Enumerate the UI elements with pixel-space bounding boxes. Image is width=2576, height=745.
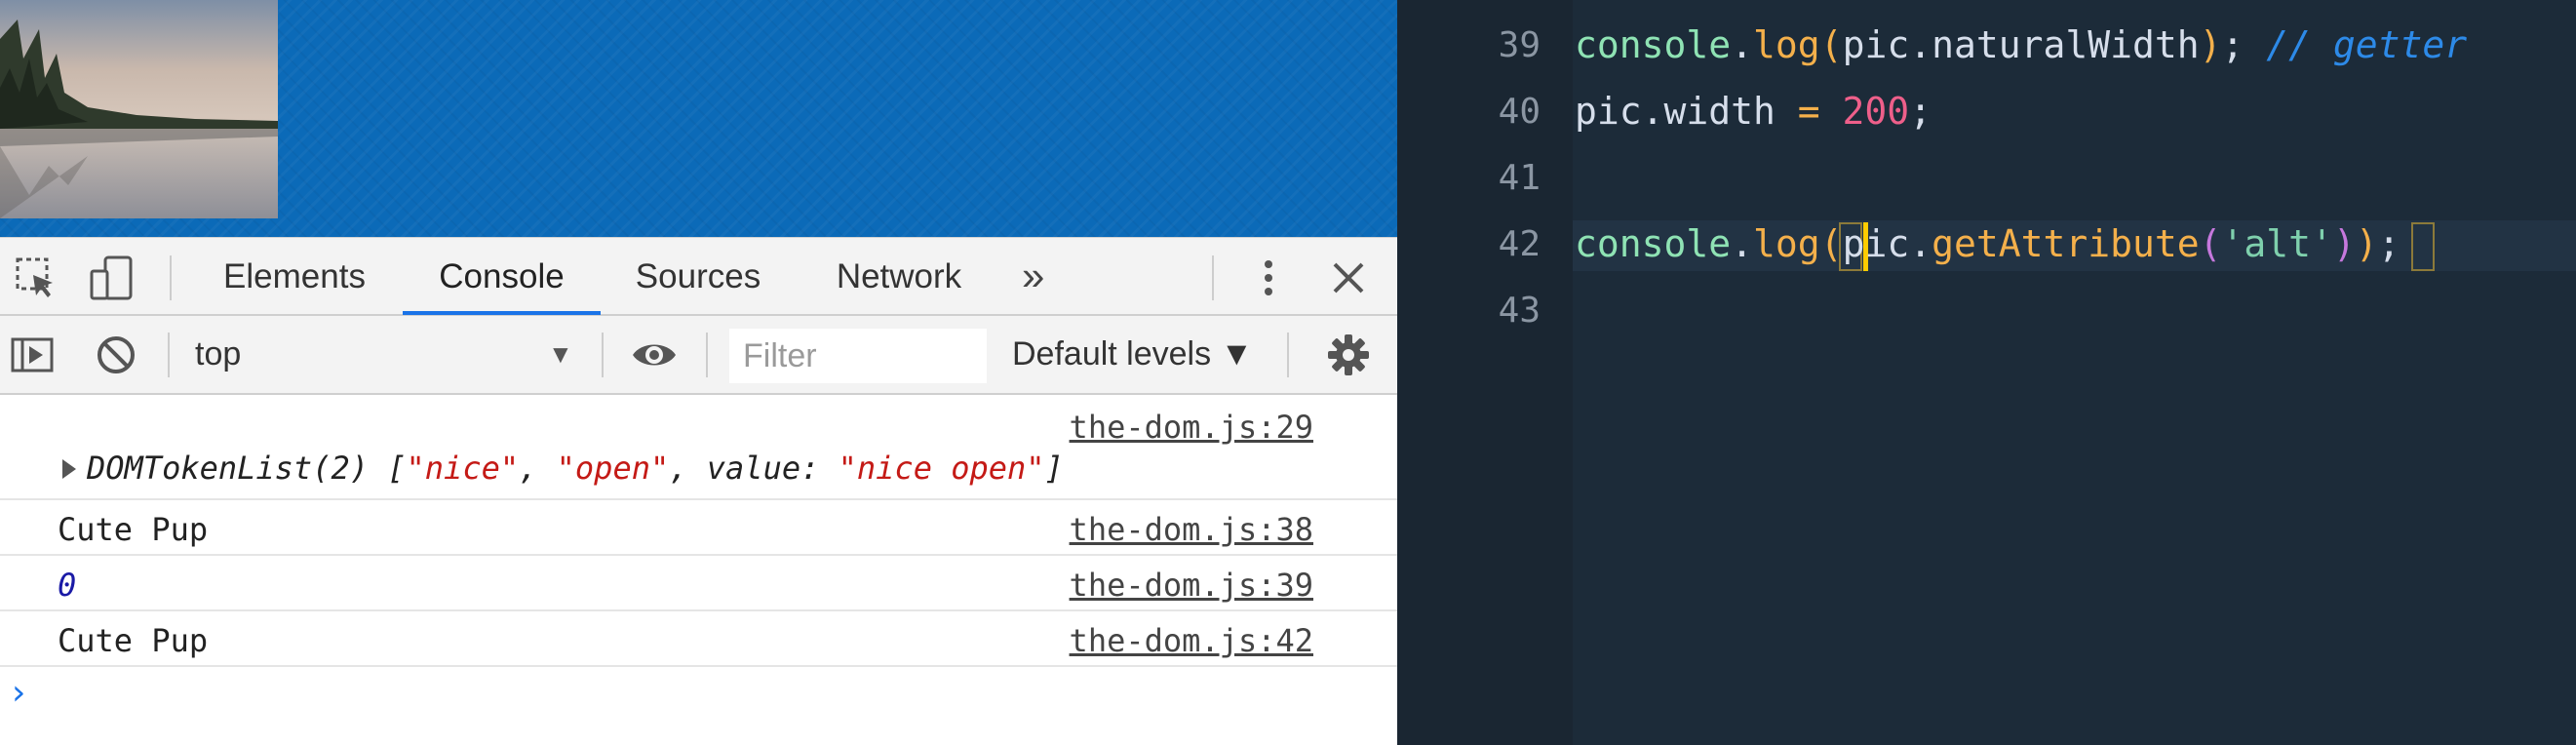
device-toolbar-icon[interactable] <box>90 255 135 300</box>
code-line[interactable]: console.log(pic.naturalWidth); // getter <box>1575 23 2467 66</box>
code-token: console <box>1575 222 1732 265</box>
toolbar-divider <box>706 333 708 377</box>
code-token: . <box>1731 23 1754 66</box>
browser-pane: Elements Console Sources Network » top ▼ <box>0 0 1397 745</box>
source-link[interactable]: the-dom.js:29 <box>1070 409 1313 446</box>
code-token: . <box>1731 222 1754 265</box>
toolbar-divider <box>602 333 604 377</box>
kebab-menu-icon[interactable] <box>1246 255 1291 300</box>
bracket-match-highlight <box>2411 222 2435 271</box>
code-editor[interactable]: 39 40 41 42 43 console.log(pic.naturalWi… <box>1397 0 2576 745</box>
output-text: , <box>519 450 557 487</box>
code-comment: // getter <box>2266 23 2468 66</box>
context-select[interactable]: top <box>195 316 580 393</box>
tab-network[interactable]: Network <box>819 238 979 315</box>
code-token: ) <box>2332 222 2356 265</box>
clear-console-icon[interactable] <box>94 333 138 377</box>
code-line[interactable]: console.log(pic.getAttribute('alt')); <box>1575 222 2400 265</box>
source-link[interactable]: the-dom.js:42 <box>1070 622 1313 659</box>
log-text: Cute Pup <box>58 511 209 548</box>
expand-triangle-icon[interactable] <box>62 459 76 479</box>
code-token: = <box>1775 90 1843 133</box>
line-number: 40 <box>1498 92 1541 132</box>
code-token: ) <box>2355 222 2378 265</box>
output-text: , value: <box>669 450 839 487</box>
tab-console[interactable]: Console <box>403 238 601 315</box>
code-string: 'alt' <box>2221 222 2333 265</box>
line-number: 42 <box>1498 224 1541 264</box>
console-message: Cute Pup the-dom.js:42 <box>0 611 1397 667</box>
code-token: getAttribute <box>1932 222 2200 265</box>
code-token: log <box>1753 222 1820 265</box>
filter-input[interactable] <box>729 329 987 383</box>
code-token: ( <box>2199 222 2222 265</box>
output-text: ] <box>1044 450 1064 487</box>
web-page-viewport <box>0 0 1397 237</box>
console-message: the-dom.js:29 DOMTokenList(2) ["nice", "… <box>0 395 1397 500</box>
log-number: 0 <box>58 567 77 604</box>
show-sidebar-icon[interactable] <box>10 333 55 377</box>
tab-elements[interactable]: Elements <box>207 238 382 315</box>
code-token: ; <box>2377 222 2400 265</box>
code-token: pic. <box>1842 222 1932 265</box>
code-line[interactable]: pic.width = 200; <box>1575 90 1932 133</box>
console-toolbar: top ▼ Default levels ▼ <box>0 316 1397 395</box>
code-token: ( <box>1819 23 1843 66</box>
string-value: "nice open" <box>838 450 1045 487</box>
string-value: "open" <box>556 450 670 487</box>
inspect-element-icon[interactable] <box>14 255 59 300</box>
console-message: Cute Pup the-dom.js:38 <box>0 500 1397 556</box>
console-output: the-dom.js:29 DOMTokenList(2) ["nice", "… <box>0 395 1397 745</box>
console-message: 0 the-dom.js:39 <box>0 556 1397 611</box>
code-token: ( <box>1819 222 1843 265</box>
more-tabs-button[interactable]: » <box>1022 238 1044 315</box>
line-number: 41 <box>1498 158 1541 198</box>
code-token: pic.naturalWidth <box>1842 23 2200 66</box>
string-value: "nice" <box>406 450 520 487</box>
code-token: log <box>1753 23 1820 66</box>
live-expression-eye-icon[interactable] <box>630 333 679 377</box>
code-token: pic.width <box>1575 90 1776 133</box>
code-token: ; <box>2221 23 2267 66</box>
toolbar-divider <box>170 255 172 300</box>
chevron-down-icon: ▼ <box>548 339 573 369</box>
lake-photo <box>0 0 278 218</box>
tab-sources[interactable]: Sources <box>622 238 774 315</box>
output-text: DOMTokenList(2) [ <box>87 450 407 487</box>
toolbar-divider <box>168 333 170 377</box>
close-icon[interactable] <box>1326 255 1371 300</box>
console-prompt[interactable]: › <box>12 673 25 713</box>
code-token: ) <box>2199 23 2222 66</box>
source-link[interactable]: the-dom.js:38 <box>1070 511 1313 548</box>
toolbar-divider <box>1212 255 1214 300</box>
log-levels-dropdown[interactable]: Default levels ▼ <box>1012 316 1253 393</box>
code-token: console <box>1575 23 1732 66</box>
gear-icon[interactable] <box>1326 333 1371 377</box>
line-number: 43 <box>1498 291 1541 331</box>
code-token: ; <box>1909 90 1932 133</box>
devtools-tab-bar: Elements Console Sources Network » <box>0 237 1397 316</box>
source-link[interactable]: the-dom.js:39 <box>1070 567 1313 604</box>
toolbar-divider <box>1287 333 1289 377</box>
code-number: 200 <box>1842 90 1910 133</box>
domtokenlist-output[interactable]: DOMTokenList(2) ["nice", "open", value: … <box>87 450 1064 487</box>
line-number: 39 <box>1498 25 1541 65</box>
log-text: Cute Pup <box>58 622 209 659</box>
